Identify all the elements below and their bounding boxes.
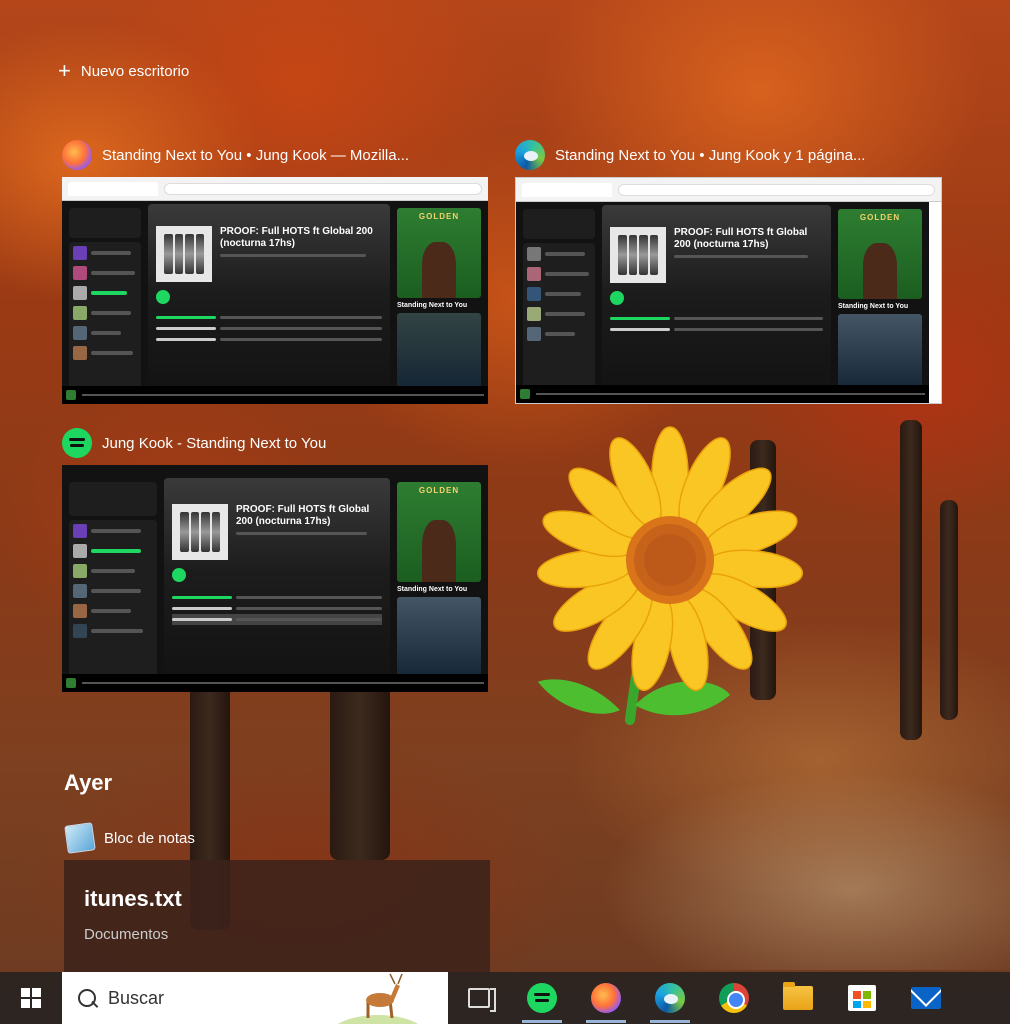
forest-path [600, 770, 1010, 970]
search-highlight-deer-icon [338, 973, 418, 1024]
tree-trunk [940, 500, 958, 720]
timeline-app-row: Bloc de notas [64, 822, 195, 854]
window-firefox[interactable]: Standing Next to You • Jung Kook — Mozil… [62, 140, 488, 404]
taskbar-search-box[interactable]: Buscar [62, 972, 448, 1024]
album-cover-title: GOLDEN [859, 213, 901, 222]
file-explorer-icon [783, 982, 813, 1010]
spotify-icon [527, 983, 557, 1013]
play-icon [156, 290, 170, 304]
player-bar [62, 386, 488, 404]
now-playing-panel: GOLDEN Standing Next to You [393, 204, 485, 401]
window-thumbnail[interactable]: PROOF: Full HOTS ft Global 200 (nocturna… [62, 177, 488, 404]
album-cover-title: GOLDEN [418, 486, 460, 495]
taskbar-mail[interactable] [894, 972, 958, 1024]
playlist-title: PROOF: Full HOTS ft Global 200 (nocturna… [674, 227, 808, 250]
browser-toolbar [516, 178, 941, 202]
activity-title: itunes.txt [84, 886, 182, 911]
player-bar [516, 385, 929, 403]
window-thumbnail[interactable]: PROOF: Full HOTS ft Global 200 (nocturna… [62, 465, 488, 692]
firefox-icon [62, 140, 92, 170]
window-title: Standing Next to You • Jung Kook y 1 pág… [555, 146, 866, 164]
firefox-icon [591, 983, 621, 1013]
sunflower-decoration [536, 426, 804, 725]
taskbar-chrome[interactable] [702, 972, 766, 1024]
now-playing-panel: GOLDEN Standing Next to You [393, 478, 485, 689]
start-button[interactable] [0, 972, 62, 1024]
browser-sidebar [929, 202, 941, 403]
taskbar-spotify[interactable] [510, 972, 574, 1024]
spotify-sidebar [519, 205, 599, 400]
taskbar-firefox[interactable] [574, 972, 638, 1024]
spotify-main: PROOF: Full HOTS ft Global 200 (nocturna… [148, 204, 390, 401]
notepad-icon [64, 822, 96, 854]
now-playing-title: Standing Next to You [397, 586, 468, 593]
now-playing-panel: GOLDEN Standing Next to You [834, 205, 926, 400]
playlist-title: PROOF: Full HOTS ft Global 200 (nocturna… [220, 226, 373, 249]
now-playing-title: Standing Next to You [397, 302, 468, 309]
spotify-icon [62, 428, 92, 458]
play-icon [172, 568, 186, 582]
play-icon [610, 291, 624, 305]
plus-icon: + [58, 58, 71, 83]
window-edge[interactable]: Standing Next to You • Jung Kook y 1 pág… [515, 140, 942, 404]
task-view-button[interactable] [448, 972, 510, 1024]
search-placeholder: Buscar [108, 987, 165, 1008]
window-title: Jung Kook - Standing Next to You [102, 434, 327, 452]
search-icon [74, 985, 100, 1011]
new-desktop-button[interactable]: + Nuevo escritorio [58, 60, 189, 82]
store-icon [848, 985, 876, 1011]
playlist-cover [610, 227, 666, 283]
edge-icon [655, 983, 685, 1013]
taskbar-edge[interactable] [638, 972, 702, 1024]
activity-location: Documentos [84, 926, 169, 943]
window-thumbnail[interactable]: PROOF: Full HOTS ft Global 200 (nocturna… [515, 177, 942, 404]
chrome-icon [719, 983, 749, 1013]
taskbar-file-explorer[interactable] [766, 972, 830, 1024]
spotify-main: PROOF: Full HOTS ft Global 200 (nocturna… [602, 205, 831, 400]
new-desktop-label: Nuevo escritorio [80, 62, 190, 80]
browser-toolbar [62, 177, 488, 201]
spotify-sidebar [65, 478, 161, 689]
windows-logo-icon [21, 988, 41, 1008]
window-spotify[interactable]: Jung Kook - Standing Next to You PROOF: … [62, 428, 488, 692]
task-view-icon [468, 988, 496, 1012]
window-header: Standing Next to You • Jung Kook y 1 pág… [515, 140, 942, 170]
window-header: Jung Kook - Standing Next to You [62, 428, 488, 458]
album-cover-title: GOLDEN [418, 212, 460, 221]
spotify-sidebar [65, 204, 145, 401]
taskbar: Buscar [0, 972, 1010, 1024]
playlist-title: PROOF: Full HOTS ft Global 200 (nocturna… [236, 504, 370, 527]
player-bar [62, 674, 488, 692]
timeline-app-name: Bloc de notas [104, 829, 195, 847]
spotify-main: PROOF: Full HOTS ft Global 200 (nocturna… [164, 478, 390, 689]
window-header: Standing Next to You • Jung Kook — Mozil… [62, 140, 488, 170]
edge-icon [515, 140, 545, 170]
timeline-activity-card[interactable]: itunes.txt Documentos [64, 860, 490, 972]
timeline-group-label: Ayer [64, 770, 113, 795]
playlist-cover [172, 504, 228, 560]
window-title: Standing Next to You • Jung Kook — Mozil… [102, 146, 410, 164]
now-playing-title: Standing Next to You [838, 303, 909, 310]
playlist-cover [156, 226, 212, 282]
taskbar-store[interactable] [830, 972, 894, 1024]
tree-trunk [900, 420, 922, 740]
mail-icon [911, 987, 941, 1009]
